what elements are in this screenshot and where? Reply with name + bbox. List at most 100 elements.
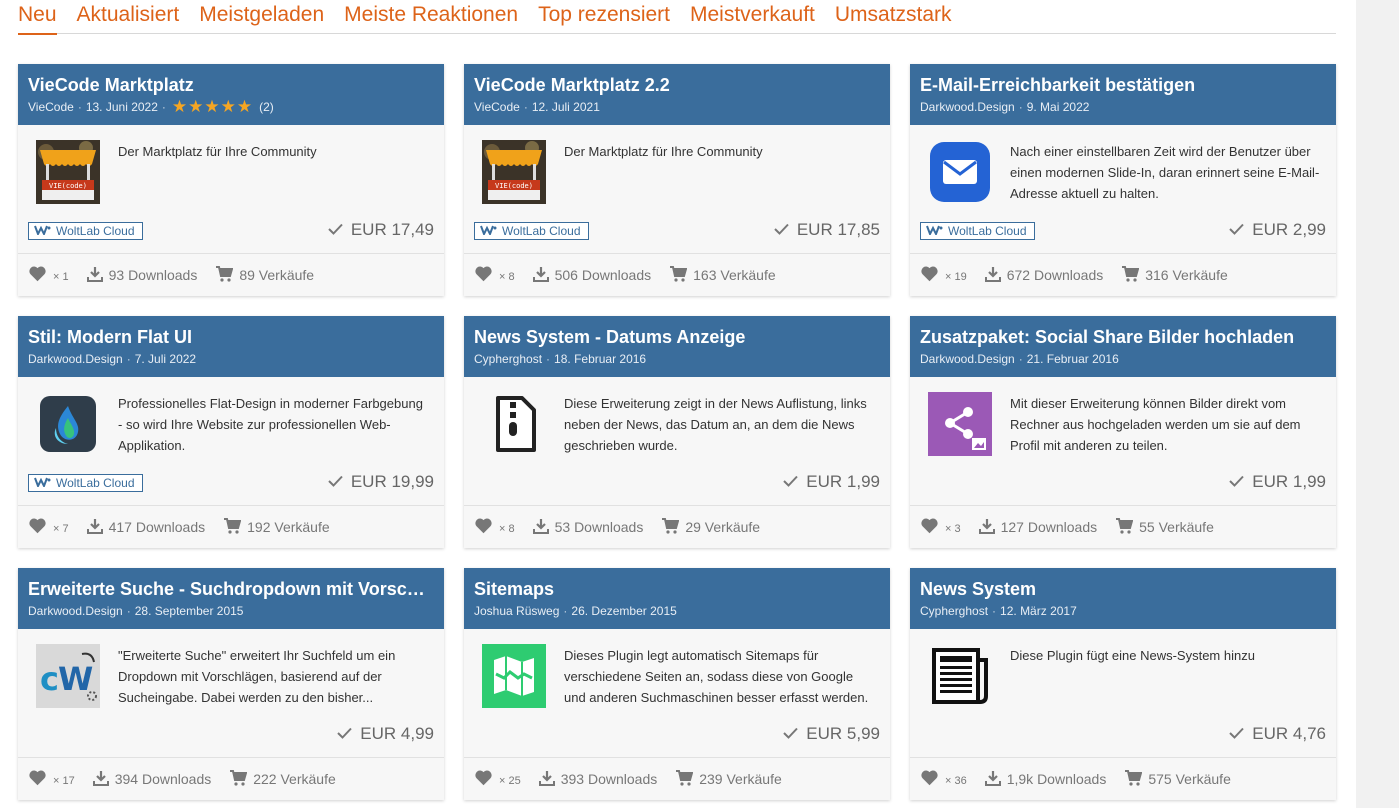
rating-count: (2) (259, 100, 274, 114)
tab-meiste-reaktionen[interactable]: Meiste Reaktionen (344, 0, 518, 33)
mail-icon[interactable] (928, 140, 992, 204)
product-card[interactable]: News System - Datums Anzeige Cypherghost… (464, 316, 890, 548)
scrollbar-track[interactable] (1356, 0, 1399, 808)
price-value: EUR 1,99 (1252, 472, 1326, 491)
share-icon[interactable] (928, 392, 992, 456)
rating-stars: ★ ★ ★ ★ ★ (172, 97, 253, 116)
card-body: Mit dieser Erweiterung können Bilder dir… (910, 377, 1336, 505)
downloads-count: 393 Downloads (560, 771, 658, 787)
tab-umsatzstark[interactable]: Umsatzstark (835, 0, 952, 33)
card-stats: × 25 393 Downloads 239 Verkäufe (464, 757, 890, 800)
author-link[interactable]: Darkwood.Design (920, 350, 1015, 368)
product-card[interactable]: Erweiterte Suche - Suchdropdown mit Vors… (18, 568, 444, 800)
product-card[interactable]: Stil: Modern Flat UI Darkwood.Design · 7… (18, 316, 444, 548)
likes-stat[interactable]: × 17 (28, 769, 75, 789)
author-link[interactable]: VieCode (474, 98, 520, 116)
product-card[interactable]: VieCode Marktplatz VieCode · 13. Juni 20… (18, 64, 444, 296)
download-icon (86, 266, 103, 285)
product-card[interactable]: Zusatzpaket: Social Share Bilder hochlad… (910, 316, 1336, 548)
viecode-market-icon[interactable]: VIE(code) (482, 140, 546, 204)
product-description: Professionelles Flat-Design in moderner … (118, 396, 423, 453)
price: EUR 1,99 (1229, 470, 1326, 494)
likes-stat[interactable]: × 25 (474, 769, 521, 789)
author-link[interactable]: Cypherghost (474, 350, 542, 368)
flat-ui-icon[interactable] (36, 392, 100, 456)
star-icon: ★ (236, 97, 253, 116)
map-icon[interactable] (482, 644, 546, 708)
heart-icon (474, 517, 493, 537)
tab-top-rezensiert[interactable]: Top rezensiert (538, 0, 670, 33)
likes-stat[interactable]: × 36 (920, 769, 967, 789)
product-meta: Cypherghost · 18. Februar 2016 (474, 350, 647, 368)
product-meta: Cypherghost · 12. März 2017 (920, 602, 1077, 620)
card-body: Dieses Plugin legt automatisch Sitemaps … (464, 629, 890, 757)
product-title[interactable]: VieCode Marktplatz (28, 74, 434, 96)
heart-icon (28, 265, 47, 285)
product-title[interactable]: Erweiterte Suche - Suchdropdown mit Vors… (28, 578, 434, 600)
card-header: Erweiterte Suche - Suchdropdown mit Vors… (18, 568, 444, 629)
sales-count: 163 Verkäufe (693, 267, 776, 283)
card-header: Zusatzpaket: Social Share Bilder hochlad… (910, 316, 1336, 377)
card-header: News System Cypherghost · 12. März 2017 (910, 568, 1336, 629)
author-link[interactable]: Darkwood.Design (28, 602, 123, 620)
star-icon: ★ (204, 97, 220, 116)
heart-icon (920, 265, 939, 285)
downloads-count: 394 Downloads (114, 771, 212, 787)
cart-icon (215, 265, 234, 285)
sales-count: 29 Verkäufe (685, 519, 761, 535)
author-link[interactable]: VieCode (28, 98, 74, 116)
woltlab-cloud-badge[interactable]: WoltLab Cloud (28, 222, 143, 240)
tab-meistverkauft[interactable]: Meistverkauft (690, 0, 815, 33)
likes-stat[interactable]: × 8 (474, 517, 515, 537)
likes-stat[interactable]: × 7 (28, 517, 69, 537)
likes-stat[interactable]: × 19 (920, 265, 967, 285)
tab-aktualisiert[interactable]: Aktualisiert (77, 0, 180, 33)
likes-stat[interactable]: × 8 (474, 265, 515, 285)
woltlab-cloud-badge[interactable]: WoltLab Cloud (28, 474, 143, 492)
downloads-stat: 417 Downloads (86, 518, 205, 537)
heart-icon (28, 769, 47, 789)
product-title[interactable]: News System (920, 578, 1326, 600)
tab-neu[interactable]: Neu (18, 0, 57, 35)
woltlab-cloud-badge[interactable]: WoltLab Cloud (920, 222, 1035, 240)
sales-stat: 163 Verkäufe (669, 265, 776, 285)
cw-search-icon[interactable]: c W (36, 644, 100, 708)
likes-stat[interactable]: × 3 (920, 517, 961, 537)
woltlab-cloud-badge[interactable]: WoltLab Cloud (474, 222, 589, 240)
product-card[interactable]: News System Cypherghost · 12. März 2017 … (910, 568, 1336, 800)
product-title[interactable]: E-Mail-Erreichbarkeit bestätigen (920, 74, 1326, 96)
tab-meistgeladen[interactable]: Meistgeladen (199, 0, 324, 33)
product-title[interactable]: News System - Datums Anzeige (474, 326, 880, 348)
product-title[interactable]: Stil: Modern Flat UI (28, 326, 434, 348)
sort-tabs: Neu Aktualisiert Meistgeladen Meiste Rea… (18, 0, 1336, 35)
downloads-stat: 93 Downloads (86, 266, 197, 285)
product-card[interactable]: Sitemaps Joshua Rüsweg · 26. Dezember 20… (464, 568, 890, 800)
author-link[interactable]: Darkwood.Design (28, 350, 123, 368)
cart-icon (1121, 265, 1140, 285)
product-title[interactable]: VieCode Marktplatz 2.2 (474, 74, 880, 96)
viecode-market-icon[interactable]: VIE(code) (36, 140, 100, 204)
check-icon (337, 722, 353, 746)
card-body: Nach einer einstellbaren Zeit wird der B… (910, 125, 1336, 253)
file-zip-icon[interactable] (482, 392, 546, 456)
card-stats: × 36 1,9k Downloads 575 Verkäufe (910, 757, 1336, 800)
product-card[interactable]: VieCode Marktplatz 2.2 VieCode · 12. Jul… (464, 64, 890, 296)
heart-icon (474, 265, 493, 285)
downloads-count: 1,9k Downloads (1006, 771, 1107, 787)
price: EUR 2,99 (1229, 218, 1326, 242)
product-description: Mit dieser Erweiterung können Bilder dir… (1010, 396, 1301, 453)
author-link[interactable]: Joshua Rüsweg (474, 602, 559, 620)
price-value: EUR 17,85 (796, 220, 880, 239)
likes-stat[interactable]: × 1 (28, 265, 69, 285)
newspaper-icon[interactable] (928, 644, 992, 708)
product-title[interactable]: Sitemaps (474, 578, 880, 600)
star-icon: ★ (220, 97, 236, 116)
downloads-stat: 53 Downloads (532, 518, 643, 537)
check-icon (783, 722, 799, 746)
product-card[interactable]: E-Mail-Erreichbarkeit bestätigen Darkwoo… (910, 64, 1336, 296)
downloads-count: 672 Downloads (1006, 267, 1104, 283)
check-icon (328, 470, 343, 494)
author-link[interactable]: Darkwood.Design (920, 98, 1015, 116)
author-link[interactable]: Cypherghost (920, 602, 988, 620)
product-title[interactable]: Zusatzpaket: Social Share Bilder hochlad… (920, 326, 1326, 348)
